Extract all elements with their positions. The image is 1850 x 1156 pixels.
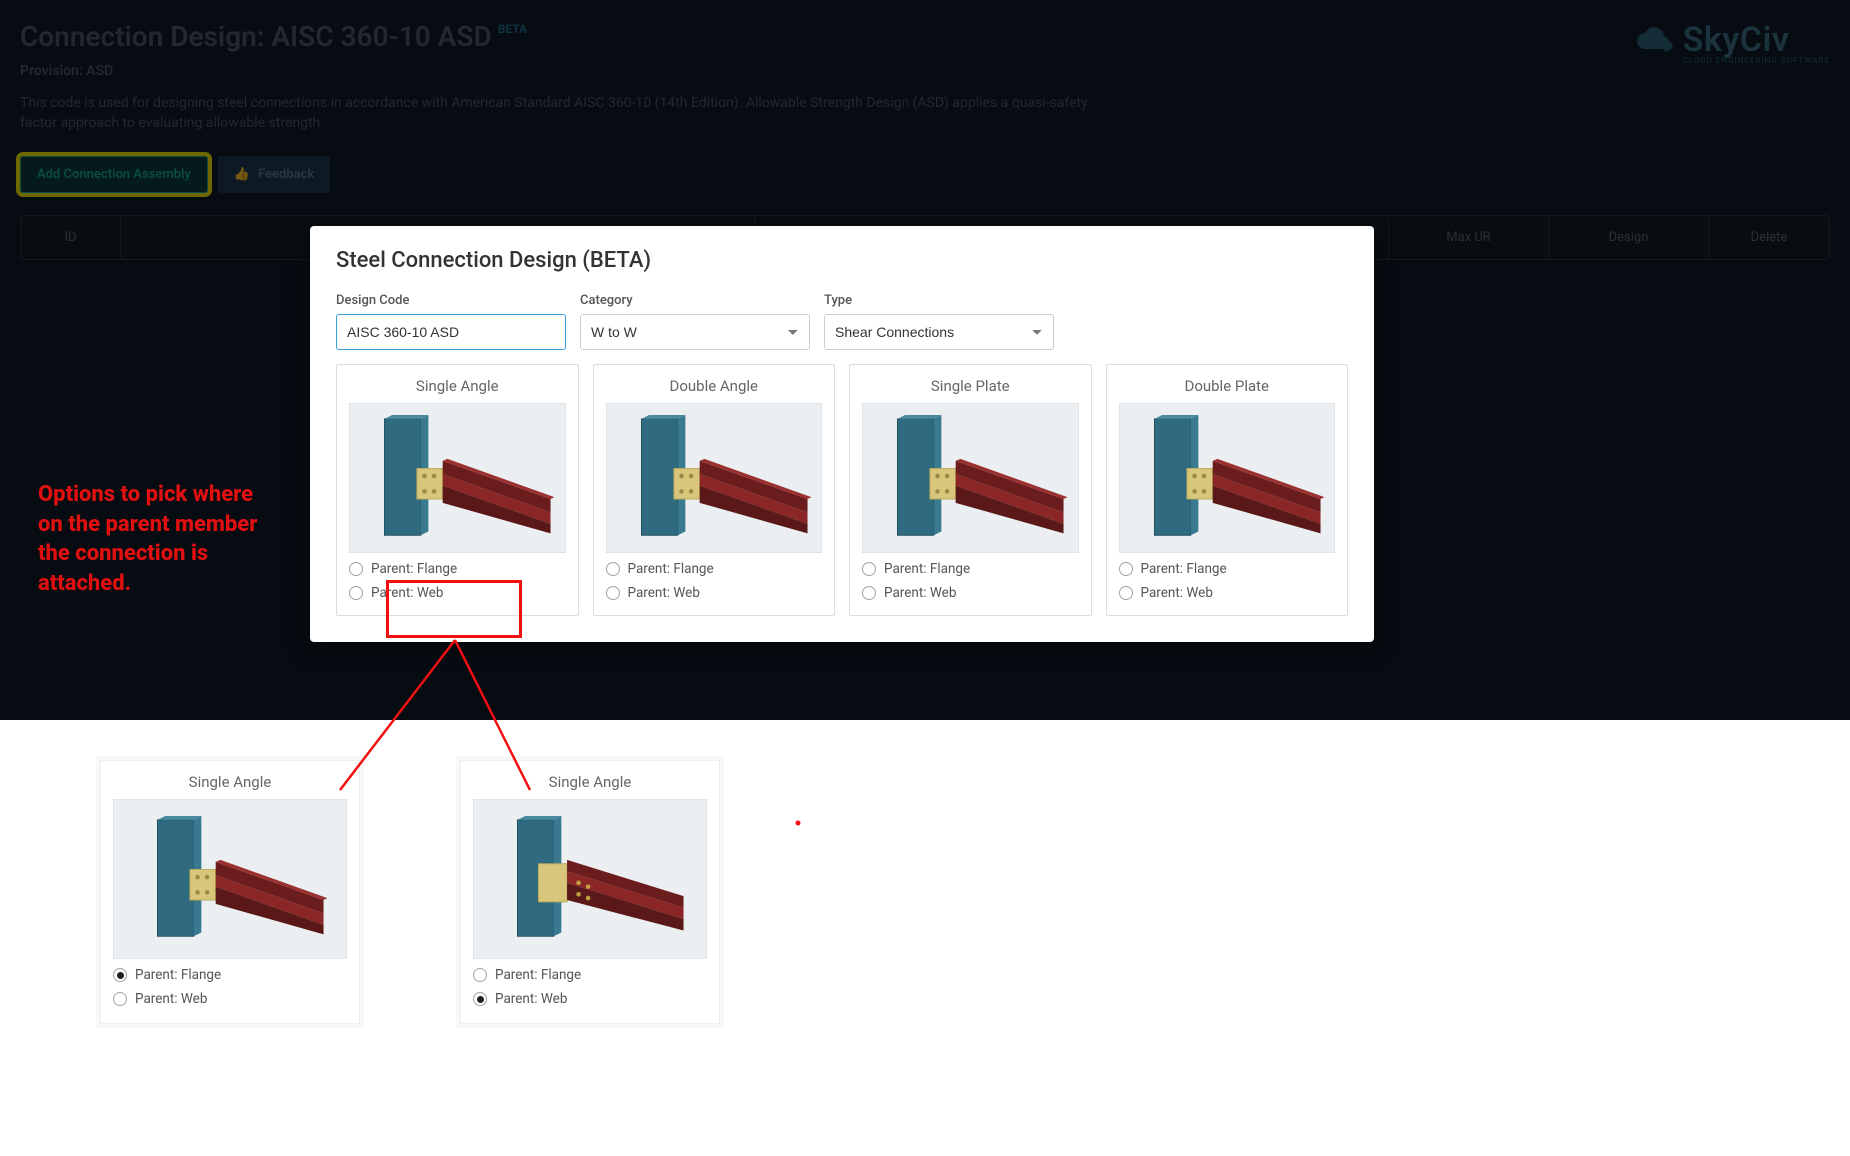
radio-parent-flange[interactable]: Parent: Flange (862, 561, 1079, 577)
beta-badge: BETA (498, 22, 527, 36)
modal-title: Steel Connection Design (BETA) (336, 248, 1348, 273)
example-card-web: Single Angle Parent: Flange Parent: Web (460, 760, 720, 1024)
feedback-button[interactable]: 👍 Feedback (218, 156, 330, 193)
thumb-double-plate (1119, 403, 1336, 553)
thumb-single-plate (862, 403, 1079, 553)
thumb-double-angle (606, 403, 823, 553)
radio-parent-flange[interactable]: Parent: Flange (473, 967, 707, 983)
page-background: Connection Design: AISC 360-10 ASD BETA … (0, 0, 1850, 720)
category-label: Category (580, 293, 810, 308)
design-code-input[interactable] (336, 314, 566, 350)
radio-parent-web[interactable]: Parent: Web (1119, 585, 1336, 601)
radio-parent-flange[interactable]: Parent: Flange (349, 561, 566, 577)
radio-parent-web[interactable]: Parent: Web (349, 585, 566, 601)
annotation-text: Options to pick where on the parent memb… (38, 480, 278, 599)
card-single-plate[interactable]: Single Plate Parent: Flange Parent: Web (849, 364, 1092, 616)
radio-parent-web[interactable]: Parent: Web (473, 991, 707, 1007)
type-label: Type (824, 293, 1054, 308)
col-id: ID (21, 216, 121, 259)
radio-parent-flange[interactable]: Parent: Flange (1119, 561, 1336, 577)
code-description: This code is used for designing steel co… (20, 93, 1120, 134)
add-connection-button[interactable]: Add Connection Assembly (20, 156, 208, 193)
logo: SkyCiv CLOUD ENGINEERING SOFTWARE (1633, 20, 1830, 65)
radio-parent-flange[interactable]: Parent: Flange (606, 561, 823, 577)
card-double-angle[interactable]: Double Angle Parent: Flange Parent: Web (593, 364, 836, 616)
thumb-web-example (473, 799, 707, 959)
card-single-angle[interactable]: Single Angle Parent: Flange Parent: Web (336, 364, 579, 616)
skyciv-cloud-icon (1633, 25, 1677, 61)
col-maxur: Max UR (1389, 216, 1549, 259)
radio-parent-web[interactable]: Parent: Web (862, 585, 1079, 601)
radio-parent-flange[interactable]: Parent: Flange (113, 967, 347, 983)
col-design: Design (1549, 216, 1709, 259)
category-select[interactable]: W to W (580, 314, 810, 350)
example-card-flange: Single Angle Parent: Flange Parent: Web (100, 760, 360, 1024)
card-double-plate[interactable]: Double Plate Parent: Flange Parent: Web (1106, 364, 1349, 616)
thumb-flange-example (113, 799, 347, 959)
radio-parent-web[interactable]: Parent: Web (113, 991, 347, 1007)
type-select[interactable]: Shear Connections (824, 314, 1054, 350)
radio-parent-web[interactable]: Parent: Web (606, 585, 823, 601)
thumb-single-angle (349, 403, 566, 553)
col-delete: Delete (1709, 216, 1829, 259)
page-title: Connection Design: AISC 360-10 ASD BETA (20, 20, 1120, 53)
provision-label: Provision: ASD (20, 63, 1120, 79)
thumbs-up-icon: 👍 (234, 167, 250, 182)
design-code-label: Design Code (336, 293, 566, 308)
connection-design-modal: Steel Connection Design (BETA) Design Co… (310, 226, 1374, 642)
